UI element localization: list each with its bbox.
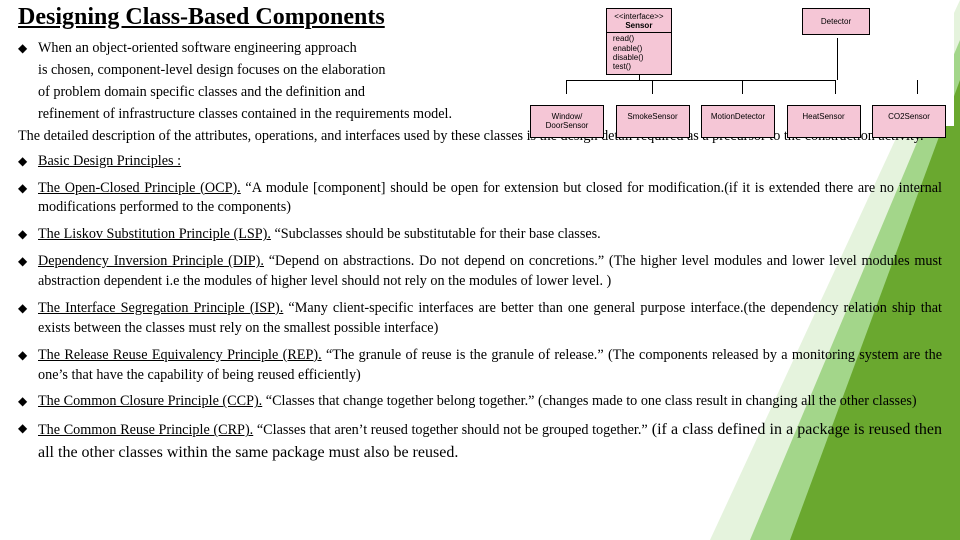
- diagram-op: disable(): [613, 53, 665, 62]
- principle-item: ◆ The Open-Closed Principle (OCP). “A mo…: [18, 179, 942, 219]
- principle-lead: The Open-Closed Principle (OCP).: [38, 180, 241, 196]
- diagram-detector: Detector: [802, 8, 870, 35]
- diagram-subclass: SmokeSensor: [616, 105, 690, 137]
- bullet-icon: ◆: [18, 225, 38, 244]
- intro-line: ◆ is chosen, component-level design focu…: [18, 61, 498, 81]
- principle-lead: The Liskov Substitution Principle (LSP).: [38, 226, 271, 242]
- diagram-subclass: CO2Sensor: [872, 105, 946, 137]
- bullet-icon: ◆: [18, 299, 38, 318]
- intro-line: ◆ When an object-oriented software engin…: [18, 39, 498, 59]
- diagram-subclass: Window/ DoorSensor: [530, 105, 604, 137]
- bullet-icon: ◆: [18, 346, 38, 365]
- class-diagram: <<interface>> Sensor read() enable() dis…: [522, 4, 954, 126]
- principle-lead: Dependency Inversion Principle (DIP).: [38, 253, 264, 269]
- principles-heading: Basic Design Principles :: [38, 152, 942, 172]
- intro-text: When an object-oriented software enginee…: [38, 39, 357, 59]
- diagram-stereo: <<interface>>: [613, 12, 665, 21]
- intro-line: ◆ of problem domain specific classes and…: [18, 83, 498, 103]
- bullet-icon: ◆: [18, 252, 38, 271]
- principle-item: ◆ Dependency Inversion Principle (DIP). …: [18, 252, 942, 292]
- principle-item: ◆ The Liskov Substitution Principle (LSP…: [18, 225, 942, 245]
- intro-text: of problem domain specific classes and t…: [38, 83, 365, 103]
- bullet-icon: ◆: [18, 392, 38, 411]
- principle-rest: “Subclasses should be substitutable for …: [271, 226, 601, 242]
- intro-text: is chosen, component-level design focuse…: [38, 61, 386, 81]
- principle-item: ◆ The Interface Segregation Principle (I…: [18, 299, 942, 339]
- diagram-sensor-interface: <<interface>> Sensor read() enable() dis…: [606, 8, 672, 75]
- principle-item: ◆ The Common Reuse Principle (CRP). “Cla…: [18, 419, 942, 464]
- principle-lead: The Release Reuse Equivalency Principle …: [38, 347, 322, 363]
- diagram-subclass: HeatSensor: [787, 105, 861, 137]
- diagram-op: enable(): [613, 44, 665, 53]
- principle-rest: “Classes that aren’t reused together sho…: [253, 422, 647, 438]
- bullet-icon: ◆: [18, 152, 38, 171]
- intro-text: refinement of infrastructure classes con…: [38, 105, 452, 125]
- principle-rest: “Classes that change together belong tog…: [262, 393, 916, 409]
- diagram-subclass: MotionDetector: [701, 105, 775, 137]
- principle-item: ◆ The Release Reuse Equivalency Principl…: [18, 346, 942, 386]
- diagram-sensor-name: Sensor: [613, 21, 665, 30]
- bullet-icon: ◆: [18, 419, 38, 438]
- principle-lead: The Common Closure Principle (CCP).: [38, 393, 262, 409]
- diagram-op: read(): [613, 34, 665, 43]
- principle-lead: The Common Reuse Principle (CRP).: [38, 422, 253, 438]
- bullet-icon: ◆: [18, 39, 38, 58]
- principle-lead: The Interface Segregation Principle (ISP…: [38, 300, 283, 316]
- principles-heading-row: ◆ Basic Design Principles :: [18, 152, 942, 172]
- bullet-icon: ◆: [18, 179, 38, 198]
- diagram-op: test(): [613, 62, 665, 71]
- principle-item: ◆ The Common Closure Principle (CCP). “C…: [18, 392, 942, 412]
